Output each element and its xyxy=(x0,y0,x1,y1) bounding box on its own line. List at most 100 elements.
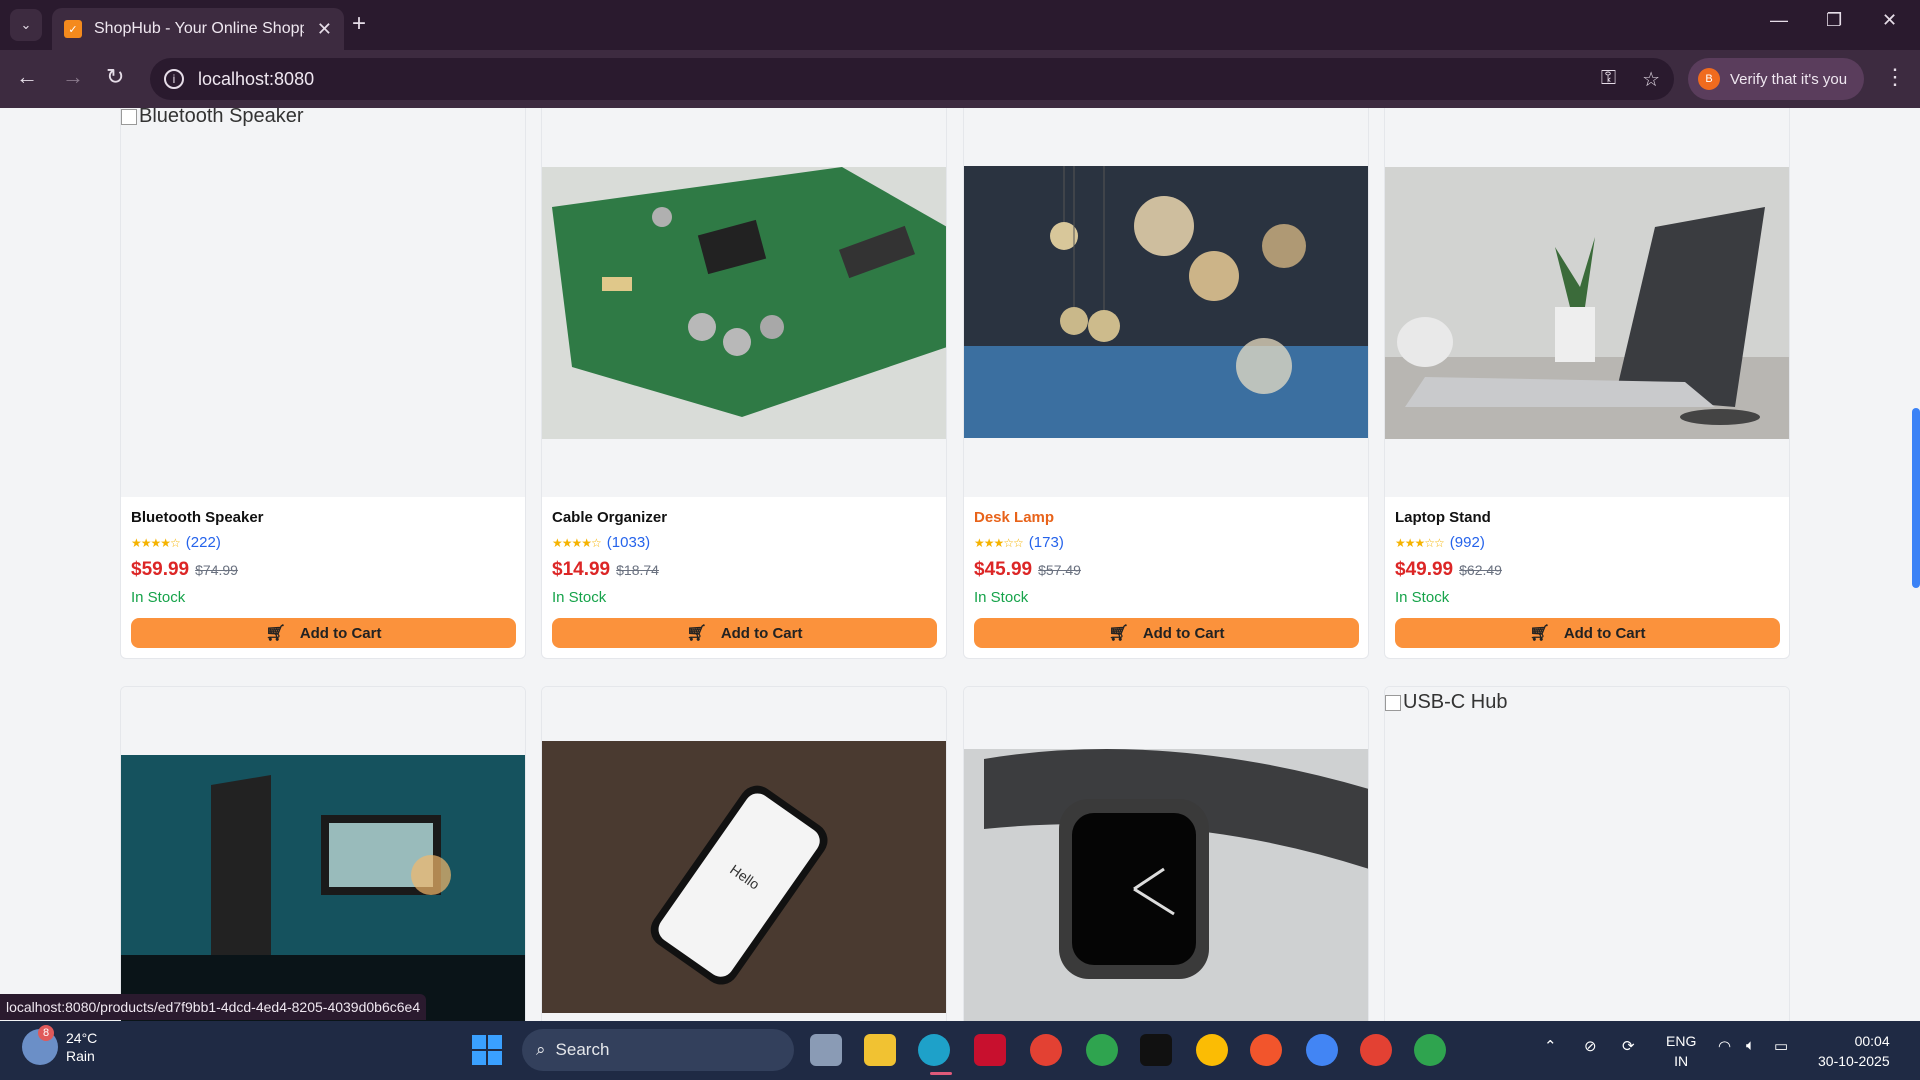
address-bar[interactable]: i localhost:8080 ⚿ ☆ xyxy=(150,58,1674,100)
product-name[interactable]: Cable Organizer xyxy=(552,509,936,526)
image-alt-text: Bluetooth Speaker xyxy=(139,108,304,127)
rain-cloud-icon: 8 xyxy=(22,1025,58,1065)
browser-tab-strip: ⌄ ✓ ShopHub - Your Online Shopping ✕ + —… xyxy=(0,0,1920,50)
bookmark-star-icon[interactable]: ☆ xyxy=(1642,67,1660,92)
product-rating: ★★★☆☆ (992) xyxy=(1395,534,1779,551)
chrome-icon[interactable] xyxy=(1306,1034,1338,1066)
star-rating-icon: ★★★★☆ xyxy=(131,535,181,550)
review-count[interactable]: (992) xyxy=(1450,534,1485,551)
broken-image: Bluetooth Speaker xyxy=(121,108,304,128)
chrome-icon[interactable] xyxy=(1414,1034,1446,1066)
product-name[interactable]: Bluetooth Speaker xyxy=(131,509,515,526)
add-to-cart-button[interactable]: 🛒︎ Add to Cart xyxy=(131,618,516,648)
restore-icon[interactable]: ❐ xyxy=(1826,10,1842,31)
smartphone-image[interactable]: Hello xyxy=(542,741,947,1013)
weather-widget[interactable]: 8 24°C Rain xyxy=(22,1025,97,1065)
product-card[interactable] xyxy=(963,686,1369,1021)
tab-search-chevron-icon[interactable]: ⌄ xyxy=(10,9,42,41)
clock-date: 30-10-2025 xyxy=(1818,1053,1890,1069)
add-to-cart-button[interactable]: 🛒︎ Add to Cart xyxy=(552,618,937,648)
original-price: $62.49 xyxy=(1459,562,1502,578)
search-label: Search xyxy=(555,1040,610,1059)
chrome-icon[interactable] xyxy=(1030,1034,1062,1066)
product-image-area: Bluetooth Speaker xyxy=(121,108,525,497)
page-scrollbar[interactable] xyxy=(1912,408,1920,588)
add-to-cart-button[interactable]: 🛒︎ Add to Cart xyxy=(1395,618,1780,648)
product-image-area xyxy=(1385,108,1789,497)
add-to-cart-label: Add to Cart xyxy=(1142,624,1225,642)
windows-start-icon[interactable] xyxy=(472,1035,502,1065)
shophub-favicon-icon: ✓ xyxy=(64,20,82,38)
review-count[interactable]: (173) xyxy=(1029,534,1064,551)
product-price: $14.99 $18.74 xyxy=(552,559,936,581)
site-info-icon[interactable]: i xyxy=(164,69,184,89)
monitor-setup-image[interactable] xyxy=(121,755,526,1021)
tab-close-icon[interactable]: ✕ xyxy=(317,19,332,40)
chrome-icon[interactable] xyxy=(1196,1034,1228,1066)
browser-menu-icon[interactable]: ⋮ xyxy=(1884,64,1906,90)
current-price: $14.99 xyxy=(552,559,611,580)
product-name[interactable]: Desk Lamp xyxy=(974,509,1358,526)
current-price: $45.99 xyxy=(974,559,1033,580)
product-price: $45.99 $57.49 xyxy=(974,559,1358,581)
review-count[interactable]: (1033) xyxy=(607,534,650,551)
laptop-desk-image[interactable] xyxy=(1385,167,1790,439)
product-card[interactable] xyxy=(120,686,526,1021)
system-clock[interactable]: 00:04 30-10-2025 xyxy=(1818,1031,1890,1071)
cart-icon: 🛒︎ xyxy=(1529,625,1550,642)
taskbar-search[interactable]: ⌕ Search xyxy=(522,1029,794,1071)
minimize-icon[interactable]: — xyxy=(1770,10,1788,31)
broken-image-icon xyxy=(1385,694,1401,711)
window-close-icon[interactable]: ✕ xyxy=(1882,10,1897,31)
review-count[interactable]: (222) xyxy=(186,534,221,551)
product-price: $49.99 $62.49 xyxy=(1395,559,1779,581)
reload-icon[interactable]: ↻ xyxy=(106,64,124,90)
chatgpt-icon[interactable] xyxy=(1140,1034,1172,1066)
file-explorer-icon[interactable] xyxy=(864,1034,896,1066)
postman-icon[interactable] xyxy=(1250,1034,1282,1066)
back-icon[interactable]: ← xyxy=(16,64,38,90)
circuit-board-image[interactable] xyxy=(542,167,947,439)
product-card[interactable]: Cable Organizer ★★★★☆ (1033) $14.99 $18.… xyxy=(541,108,947,659)
sync-icon[interactable]: ⟳ xyxy=(1622,1037,1635,1055)
url-text: localhost:8080 xyxy=(198,68,315,89)
hanging-bulbs-image[interactable] xyxy=(964,166,1369,438)
weather-condition: Rain xyxy=(66,1048,95,1064)
forward-icon[interactable]: → xyxy=(62,64,84,90)
current-price: $59.99 xyxy=(131,559,190,580)
add-to-cart-label: Add to Cart xyxy=(299,624,382,642)
image-alt-text: USB-C Hub xyxy=(1403,691,1508,713)
product-price: $59.99 $74.99 xyxy=(131,559,515,581)
chrome-icon[interactable] xyxy=(1360,1034,1392,1066)
browser-tab[interactable]: ✓ ShopHub - Your Online Shopping ✕ xyxy=(52,8,344,50)
mcafee-icon[interactable] xyxy=(974,1034,1006,1066)
product-card[interactable]: Laptop Stand ★★★☆☆ (992) $49.99 $62.49 I… xyxy=(1384,108,1790,659)
product-image-area: Hello xyxy=(542,687,946,1021)
password-key-icon[interactable]: ⚿ xyxy=(1601,67,1616,92)
product-card[interactable]: Desk Lamp ★★★☆☆ (173) $45.99 $57.49 In S… xyxy=(963,108,1369,659)
chrome-icon[interactable] xyxy=(1086,1034,1118,1066)
broken-image: USB-C Hub xyxy=(1385,691,1507,714)
stock-status: In Stock xyxy=(131,589,186,606)
product-name[interactable]: Laptop Stand xyxy=(1395,509,1779,526)
smartwatch-image[interactable] xyxy=(964,749,1369,1021)
new-tab-icon[interactable]: + xyxy=(352,10,366,38)
cart-icon: 🛒︎ xyxy=(1108,625,1129,642)
verify-identity-button[interactable]: B Verify that it's you xyxy=(1688,58,1864,100)
current-price: $49.99 xyxy=(1395,559,1454,580)
language-indicator[interactable]: ENG IN xyxy=(1666,1031,1696,1071)
network-off-icon[interactable]: ⊘ xyxy=(1584,1037,1597,1055)
add-to-cart-button[interactable]: 🛒︎ Add to Cart xyxy=(974,618,1359,648)
show-hidden-icons[interactable]: ⌃ xyxy=(1544,1037,1557,1055)
page-viewport: Bluetooth Speaker Bluetooth Speaker ★★★★… xyxy=(0,108,1920,1021)
product-card[interactable]: Bluetooth Speaker Bluetooth Speaker ★★★★… xyxy=(120,108,526,659)
task-view-icon[interactable] xyxy=(810,1034,842,1066)
product-card[interactable]: Hello xyxy=(541,686,947,1021)
wifi-icon[interactable]: ◠ xyxy=(1718,1037,1731,1055)
battery-icon[interactable]: ▭ xyxy=(1774,1037,1788,1055)
original-price: $57.49 xyxy=(1038,562,1081,578)
product-card[interactable]: USB-C Hub xyxy=(1384,686,1790,1021)
edge-icon[interactable] xyxy=(918,1034,950,1066)
product-rating: ★★★☆☆ (173) xyxy=(974,534,1358,551)
volume-icon[interactable]: 🔈︎ xyxy=(1746,1037,1755,1054)
